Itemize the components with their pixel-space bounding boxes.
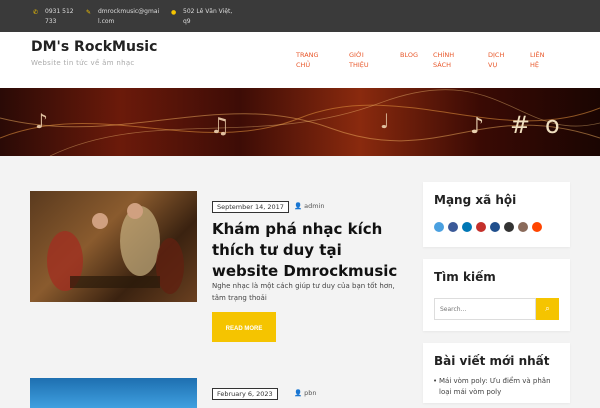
social-widget: Mạng xã hội <box>423 182 570 247</box>
phone-icon: ✆ <box>33 9 39 16</box>
svg-text:♩: ♩ <box>380 109 389 133</box>
top-bar: ✆ 0931 512 733 ✎ dmrockmusic@gmail.com ●… <box>0 0 600 32</box>
post-title[interactable]: Khám phá nhạc kích thích tư duy tại webs… <box>212 219 412 282</box>
nav-item-policy[interactable]: CHÍNH SÁCH <box>433 50 463 70</box>
flickr-icon[interactable] <box>504 222 514 232</box>
post-author-2[interactable]: 👤 pbn <box>294 389 317 397</box>
svg-text:♪: ♪ <box>35 109 48 133</box>
email-contact[interactable]: ✎ dmrockmusic@gmail.com <box>86 7 160 27</box>
search-widget: Tìm kiếm ⌕ <box>423 259 570 331</box>
phone-contact: ✆ 0931 512 733 <box>33 7 80 27</box>
music-notes-graphic: ♪ ♫ ♩ ♪ # o <box>0 89 600 156</box>
nav-item-home[interactable]: TRANG CHỦ <box>296 50 326 70</box>
nav-item-blog[interactable]: BLOG <box>400 50 418 60</box>
linkedin-icon[interactable] <box>462 222 472 232</box>
bullet-icon: • <box>433 377 438 385</box>
site-title[interactable]: DM's RockMusic <box>31 39 157 55</box>
post-thumbnail-2[interactable] <box>30 378 197 408</box>
search-button[interactable]: ⌕ <box>536 298 559 320</box>
social-widget-title: Mạng xã hội <box>434 193 517 207</box>
search-input[interactable] <box>434 298 536 320</box>
post-thumbnail[interactable] <box>30 191 197 302</box>
user-icon: 👤 <box>294 389 303 397</box>
location-icon: ● <box>171 9 177 16</box>
music-banner: ♪ ♫ ♩ ♪ # o <box>0 88 600 156</box>
address-contact: ● 502 Lê Văn Việt, q9 <box>171 7 233 27</box>
site-header: DM's RockMusic Website tin tức về âm nhạ… <box>0 32 600 88</box>
svg-text:o: o <box>545 111 560 139</box>
post-author-name-2[interactable]: pbn <box>304 389 316 397</box>
recent-posts-widget: Bài viết mới nhất • Mái vòm poly: Ưu điể… <box>423 343 570 403</box>
youtube-icon[interactable] <box>476 222 486 232</box>
nav-item-about[interactable]: GIỚI THIỆU <box>349 50 379 70</box>
twitter-icon[interactable] <box>434 222 444 232</box>
nav-item-contact[interactable]: LIÊN HỆ <box>530 50 552 70</box>
facebook-icon[interactable] <box>448 222 458 232</box>
instagram-icon[interactable] <box>518 222 528 232</box>
address-text: 502 Lê Văn Việt, q9 <box>183 8 233 25</box>
recent-posts-title: Bài viết mới nhất <box>434 354 550 368</box>
search-icon: ⌕ <box>545 304 550 313</box>
search-widget-title: Tìm kiếm <box>434 270 496 284</box>
svg-text:#: # <box>510 111 530 139</box>
tumblr-icon[interactable] <box>490 222 500 232</box>
email-text[interactable]: dmrockmusic@gmail.com <box>98 8 159 25</box>
user-icon: 👤 <box>294 202 303 210</box>
post-date[interactable]: September 14, 2017 <box>212 201 289 213</box>
site-tagline: Website tin tức về âm nhạc <box>31 59 135 67</box>
phone-text: 0931 512 733 <box>45 8 74 25</box>
post-date-2[interactable]: February 6, 2023 <box>212 388 278 400</box>
post-author-name[interactable]: admin <box>304 202 324 210</box>
nav-item-services[interactable]: DỊCH VỤ <box>488 50 510 70</box>
painting-image <box>47 203 184 294</box>
post-author[interactable]: 👤 admin <box>294 202 325 210</box>
post-excerpt: Nghe nhạc là một cách giúp tư duy của bạ… <box>212 282 395 302</box>
svg-text:♫: ♫ <box>210 114 230 139</box>
svg-text:♪: ♪ <box>470 114 484 139</box>
reddit-icon[interactable] <box>532 222 542 232</box>
read-more-button[interactable]: READ MORE <box>212 312 276 342</box>
pencil-icon: ✎ <box>86 9 92 16</box>
recent-post-item[interactable]: • Mái vòm poly: Ưu điểm và phân loại mái… <box>433 376 564 398</box>
recent-post-link[interactable]: Mái vòm poly: Ưu điểm và phân loại mái v… <box>439 377 551 396</box>
